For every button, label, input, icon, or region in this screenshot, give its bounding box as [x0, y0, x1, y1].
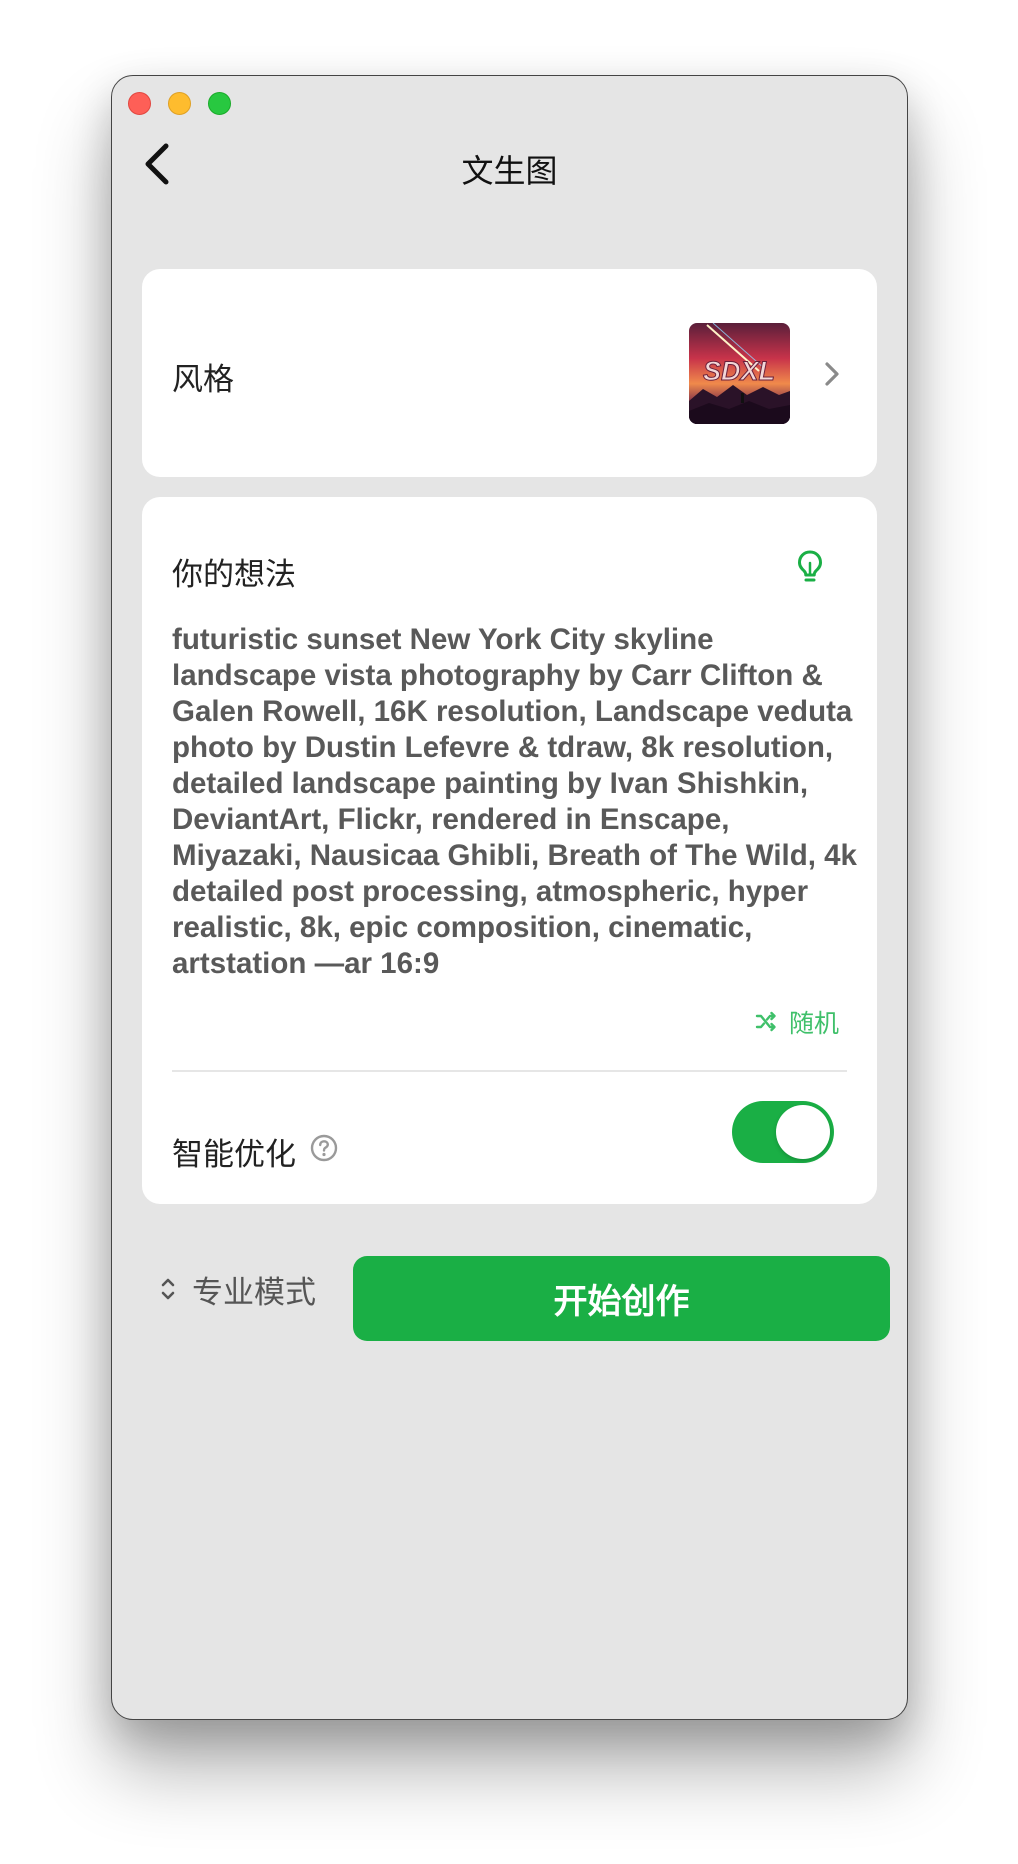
chevron-right-icon[interactable]	[820, 359, 844, 389]
help-icon[interactable]	[310, 1134, 338, 1162]
close-window-button[interactable]	[128, 92, 151, 115]
app-window: 文生图 风格 SDXL 你的想法 futuristic sunset New Y…	[111, 75, 908, 1720]
divider	[172, 1070, 847, 1072]
style-label: 风格	[172, 362, 234, 398]
style-card[interactable]: 风格 SDXL	[142, 269, 877, 477]
page-title: 文生图	[461, 152, 558, 190]
pro-mode-button[interactable]: 专业模式	[160, 1269, 316, 1311]
style-thumbnail[interactable]: SDXL	[689, 323, 790, 424]
toggle-knob	[776, 1105, 830, 1159]
smart-optimize-toggle[interactable]	[732, 1101, 834, 1163]
minimize-window-button[interactable]	[168, 92, 191, 115]
random-label: 随机	[788, 1009, 839, 1038]
idea-label: 你的想法	[172, 557, 296, 593]
random-button[interactable]: 随机	[755, 1007, 839, 1038]
zoom-window-button[interactable]	[208, 92, 231, 115]
shuffle-icon	[755, 1011, 776, 1032]
chevron-up-down-icon	[161, 1278, 175, 1300]
style-thumbnail-text: SDXL	[703, 356, 775, 386]
smart-optimize-label: 智能优化	[172, 1137, 296, 1173]
lightbulb-icon[interactable]	[796, 549, 824, 585]
start-create-button[interactable]: 开始创作	[353, 1256, 890, 1341]
prompt-text[interactable]: futuristic sunset New York City skyline …	[172, 622, 862, 982]
idea-card: 你的想法 futuristic sunset New York City sky…	[142, 497, 877, 1204]
pro-mode-label: 专业模式	[192, 1274, 316, 1311]
